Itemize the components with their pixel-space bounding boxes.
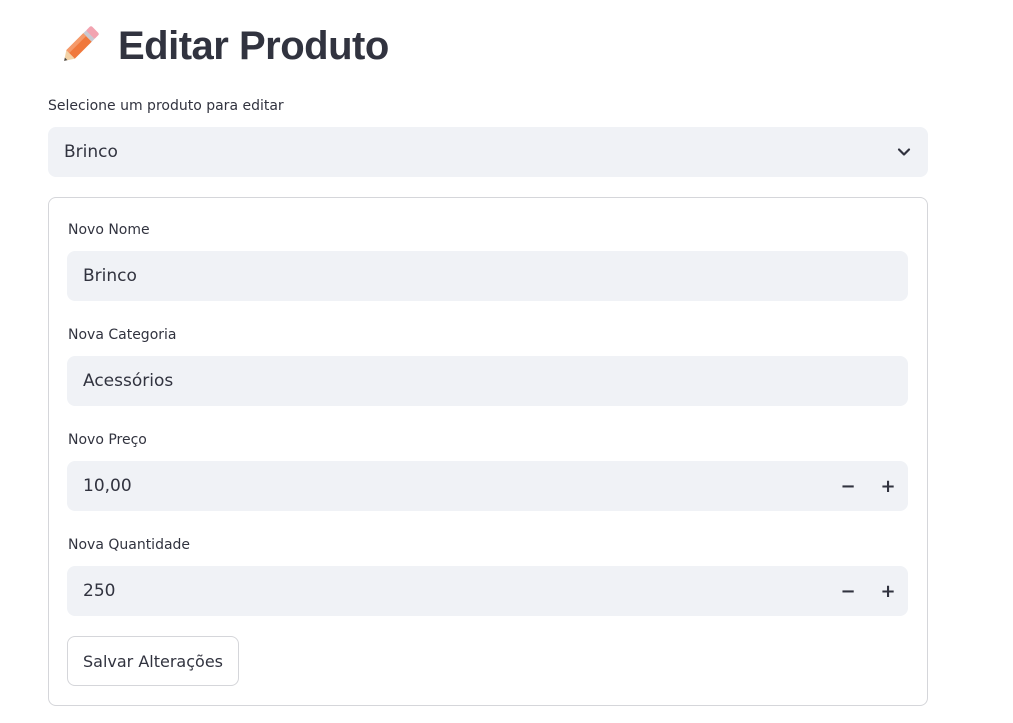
price-field-value[interactable]: 10,00 <box>83 476 828 496</box>
product-select-value: Brinco <box>64 142 118 162</box>
name-field-label: Novo Nome <box>68 222 150 238</box>
pencil-icon <box>54 21 104 71</box>
quantity-field-value[interactable]: 250 <box>83 581 828 601</box>
price-decrement-button[interactable]: − <box>828 461 868 511</box>
quantity-decrement-button[interactable]: − <box>828 566 868 616</box>
name-field[interactable]: Brinco <box>67 251 908 301</box>
category-field-label: Nova Categoria <box>68 327 177 343</box>
quantity-field-label: Nova Quantidade <box>68 537 191 553</box>
product-select[interactable]: Brinco <box>48 127 928 177</box>
category-field-value[interactable]: Acessórios <box>83 371 892 391</box>
page-title-text: Editar Produto <box>118 23 389 68</box>
quantity-increment-button[interactable]: + <box>868 566 908 616</box>
name-field-value[interactable]: Brinco <box>83 266 892 286</box>
quantity-stepper[interactable]: 250 − + <box>67 566 908 616</box>
price-field-label: Novo Preço <box>68 432 147 448</box>
page-title: Editar Produto <box>54 18 389 74</box>
chevron-down-icon[interactable] <box>896 144 912 160</box>
category-field[interactable]: Acessórios <box>67 356 908 406</box>
price-stepper[interactable]: 10,00 − + <box>67 461 908 511</box>
product-select-label: Selecione um produto para editar <box>48 98 284 114</box>
edit-form: Novo Nome Brinco Nova Categoria Acessóri… <box>48 197 928 706</box>
price-increment-button[interactable]: + <box>868 461 908 511</box>
save-button[interactable]: Salvar Alterações <box>67 636 239 686</box>
